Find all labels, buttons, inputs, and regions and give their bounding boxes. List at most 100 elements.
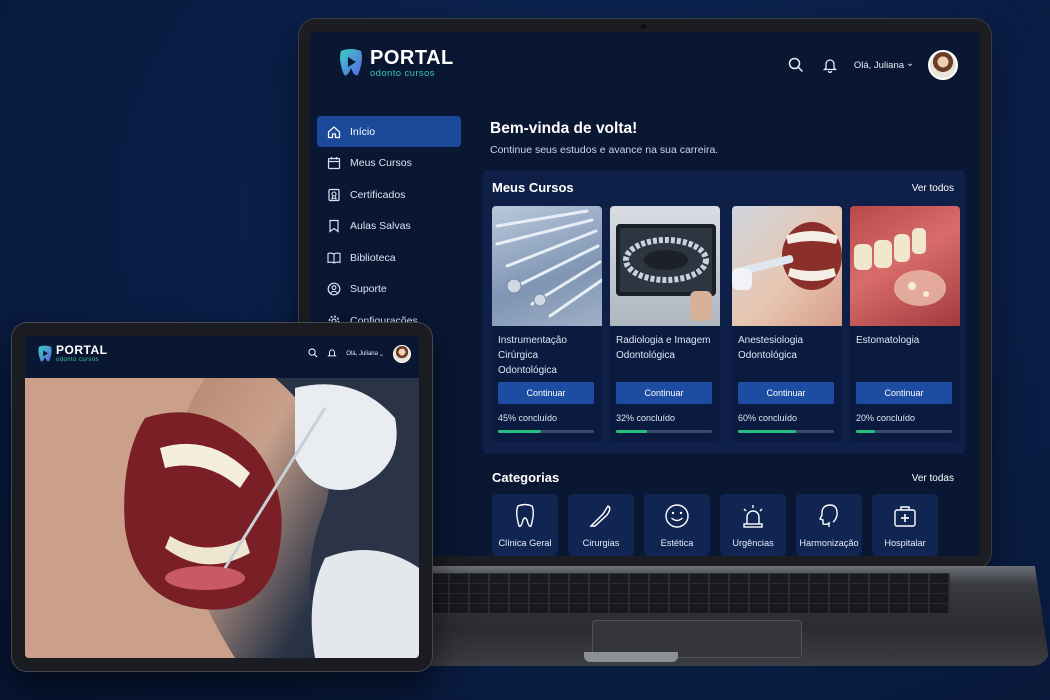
calendar-icon xyxy=(327,157,341,170)
category-label: Hospitalar xyxy=(884,538,926,548)
sidebar-item-label: Meus Cursos xyxy=(350,157,412,169)
category-harmonizacao[interactable]: Harmonização xyxy=(796,494,862,556)
progress-bar xyxy=(498,430,594,433)
laptop-keyboard xyxy=(430,573,950,613)
siren-icon xyxy=(743,505,763,528)
see-all-courses-link[interactable]: Ver todos xyxy=(912,183,954,194)
app-header: PORTAL odonto cursos Olá, Juliana ⌄ xyxy=(310,32,980,100)
search-icon[interactable] xyxy=(786,55,806,75)
progress-bar xyxy=(738,430,834,433)
progress-fill xyxy=(616,430,647,433)
course-image-xray xyxy=(610,206,720,326)
tablet-screen: PORTAL odonto cursos Olá, Juliana ⌄ xyxy=(25,336,419,658)
continue-button[interactable]: Continuar xyxy=(616,382,712,404)
user-greeting: Olá, Juliana xyxy=(853,59,905,71)
tooth-icon xyxy=(516,503,534,528)
tablet-device: PORTAL odonto cursos Olá, Juliana ⌄ xyxy=(11,322,433,672)
sidebar-item-inicio[interactable]: Início xyxy=(317,116,461,147)
portal-logo[interactable]: PORTAL odonto cursos xyxy=(37,344,107,363)
my-courses-title: Meus Cursos xyxy=(492,180,574,195)
bell-icon[interactable] xyxy=(327,345,337,363)
scalpel-icon xyxy=(589,505,611,527)
brand-subtitle: odonto cursos xyxy=(56,357,99,363)
sidebar: Início Meus Cursos Certificados Aulas Sa… xyxy=(317,116,461,337)
search-icon[interactable] xyxy=(308,345,318,363)
progress-bar xyxy=(856,430,952,433)
welcome-title: Bem-vinda de volta! xyxy=(490,120,638,137)
category-label: Clínica Geral xyxy=(498,538,552,548)
category-label: Cirurgias xyxy=(582,538,620,548)
course-image-stomatology xyxy=(850,206,960,326)
course-title: Radiologia e Imagem Odontológica xyxy=(616,335,711,361)
support-icon xyxy=(327,282,341,296)
category-estetica[interactable]: Estética xyxy=(644,494,710,556)
brand-subtitle: odonto cursos xyxy=(370,68,435,79)
welcome-section: Bem-vinda de volta! Continue seus estudo… xyxy=(490,120,970,156)
course-image-instruments xyxy=(492,206,602,326)
course-progress-label: 32% concluído xyxy=(616,413,676,423)
tablet-header: PORTAL odonto cursos Olá, Juliana ⌄ xyxy=(25,336,419,378)
bell-icon[interactable] xyxy=(820,55,840,75)
welcome-subtitle: Continue seus estudos e avance na sua ca… xyxy=(490,144,719,156)
sidebar-item-meus-cursos[interactable]: Meus Cursos xyxy=(317,148,461,179)
category-label: Urgências xyxy=(732,538,774,548)
bookmark-icon xyxy=(329,219,339,233)
laptop-camera xyxy=(641,24,646,29)
chevron-down-icon: ⌄ xyxy=(378,351,384,358)
smile-icon xyxy=(665,504,689,528)
continue-button[interactable]: Continuar xyxy=(498,382,594,404)
sidebar-item-label: Certificados xyxy=(350,188,406,201)
progress-fill xyxy=(738,430,796,433)
play-tooth-logo-icon xyxy=(340,49,362,76)
sidebar-item-label: Biblioteca xyxy=(350,251,396,264)
category-clinica-geral[interactable]: Clínica Geral xyxy=(492,494,558,556)
progress-fill xyxy=(856,430,876,433)
sidebar-item-label: Suporte xyxy=(350,283,387,295)
category-urgencias[interactable]: Urgências xyxy=(720,494,786,556)
category-label: Harmonização xyxy=(799,538,859,548)
dental-procedure-photo xyxy=(25,378,419,658)
book-icon xyxy=(327,252,341,264)
course-card[interactable]: Anestesiologia Odontológica Continuar 60… xyxy=(732,206,842,442)
sidebar-item-biblioteca[interactable]: Biblioteca xyxy=(317,242,461,273)
course-progress-label: 60% concluído xyxy=(738,413,798,423)
face-profile-icon xyxy=(819,504,838,527)
play-tooth-logo-icon xyxy=(38,345,52,361)
portal-logo[interactable]: PORTAL odonto cursos xyxy=(338,48,454,79)
medical-kit-icon xyxy=(894,506,916,527)
category-label: Estética xyxy=(660,538,694,548)
course-title: Anestesiologia Odontológica xyxy=(738,335,804,361)
course-progress-label: 20% concluído xyxy=(856,413,916,423)
course-title: Instrumentação Cirúrgica Odontológica xyxy=(498,335,567,376)
user-menu[interactable]: Olá, Juliana ⌄ xyxy=(853,57,914,71)
category-hospitalar[interactable]: Hospitalar xyxy=(872,494,938,556)
see-all-categories-link[interactable]: Ver todas xyxy=(912,473,954,484)
my-courses-section: Meus Cursos Ver todos Instrumentação Cir… xyxy=(482,170,966,454)
avatar[interactable] xyxy=(393,345,411,363)
course-card[interactable]: Instrumentação Cirúrgica Odontológica Co… xyxy=(492,206,602,442)
laptop-notch xyxy=(584,652,678,662)
user-greeting: Olá, Juliana xyxy=(346,351,378,357)
continue-button[interactable]: Continuar xyxy=(856,382,952,404)
sidebar-item-aulas-salvas[interactable]: Aulas Salvas xyxy=(317,211,461,242)
brand-title: PORTAL xyxy=(56,343,108,357)
avatar[interactable] xyxy=(928,50,958,80)
course-card[interactable]: Radiologia e Imagem Odontológica Continu… xyxy=(610,206,720,442)
progress-fill xyxy=(498,430,542,433)
course-card[interactable]: Estomatologia Continuar 20% concluído xyxy=(850,206,960,442)
certificate-icon xyxy=(328,188,340,201)
home-icon xyxy=(327,125,341,138)
user-menu[interactable]: Olá, Juliana ⌄ xyxy=(346,351,384,358)
sidebar-item-suporte[interactable]: Suporte xyxy=(317,274,461,305)
sidebar-item-certificados[interactable]: Certificados xyxy=(317,179,461,210)
categories-title: Categorias xyxy=(492,470,560,485)
sidebar-item-label: Início xyxy=(350,125,376,138)
chevron-down-icon: ⌄ xyxy=(906,57,914,69)
course-progress-label: 45% concluído xyxy=(498,413,558,423)
brand-title: PORTAL xyxy=(370,47,454,69)
course-image-anesthesia xyxy=(732,206,842,326)
continue-button[interactable]: Continuar xyxy=(738,382,834,404)
progress-bar xyxy=(616,430,712,433)
category-cirurgias[interactable]: Cirurgias xyxy=(568,494,634,556)
sidebar-item-label: Aulas Salvas xyxy=(350,220,411,232)
